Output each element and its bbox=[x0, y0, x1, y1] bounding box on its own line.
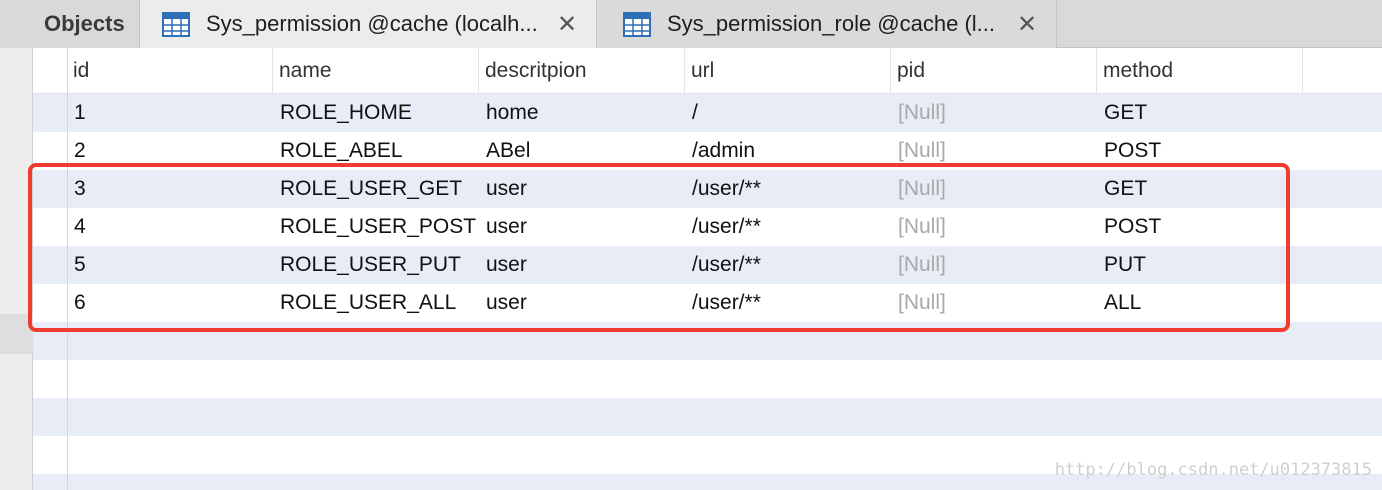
cell-pid[interactable]: [Null] bbox=[891, 284, 1097, 322]
cell-method[interactable]: GET bbox=[1097, 170, 1303, 208]
tab-bar: Objects Sys_permission @cache (localh...… bbox=[0, 0, 1382, 48]
cell-name[interactable]: ROLE_USER_ALL bbox=[273, 284, 479, 322]
cell-url[interactable]: /admin bbox=[685, 132, 891, 170]
cell-descritpion[interactable]: ABel bbox=[479, 132, 685, 170]
cell-id[interactable]: 3 bbox=[67, 170, 273, 208]
cell-descritpion[interactable]: home bbox=[479, 94, 685, 132]
navicat-window: Objects Sys_permission @cache (localh...… bbox=[0, 0, 1382, 490]
table-icon bbox=[162, 11, 190, 37]
watermark: http://blog.csdn.net/u012373815 bbox=[1054, 460, 1372, 480]
column-header-url[interactable]: url bbox=[685, 48, 891, 94]
tab-objects-label: Objects bbox=[44, 11, 125, 36]
row-indicator-divider bbox=[67, 48, 68, 490]
cell-name[interactable]: ROLE_USER_PUT bbox=[273, 246, 479, 284]
close-icon[interactable]: ✕ bbox=[552, 10, 582, 39]
close-icon[interactable]: ✕ bbox=[1012, 10, 1042, 39]
cell-method[interactable]: POST bbox=[1097, 208, 1303, 246]
left-gutter bbox=[0, 48, 33, 490]
cell-descritpion[interactable]: user bbox=[479, 208, 685, 246]
tab-sys-permission-label: Sys_permission @cache (localh... bbox=[206, 11, 538, 36]
cell-pid[interactable]: [Null] bbox=[891, 94, 1097, 132]
cell-pid[interactable]: [Null] bbox=[891, 170, 1097, 208]
cell-pid[interactable]: [Null] bbox=[891, 132, 1097, 170]
table-row[interactable]: 4 ROLE_USER_POST user /user/** [Null] PO… bbox=[33, 208, 1382, 246]
cell-method[interactable]: GET bbox=[1097, 94, 1303, 132]
cell-id[interactable]: 6 bbox=[67, 284, 273, 322]
tab-objects[interactable]: Objects bbox=[0, 0, 140, 48]
cell-id[interactable]: 4 bbox=[67, 208, 273, 246]
cell-descritpion[interactable]: user bbox=[479, 284, 685, 322]
cell-pid[interactable]: [Null] bbox=[891, 246, 1097, 284]
empty-row[interactable] bbox=[33, 322, 1382, 360]
cell-descritpion[interactable]: user bbox=[479, 246, 685, 284]
table-row[interactable]: 5 ROLE_USER_PUT user /user/** [Null] PUT bbox=[33, 246, 1382, 284]
table-row[interactable]: 1 ROLE_HOME home / [Null] GET bbox=[33, 94, 1382, 132]
column-header-method[interactable]: method bbox=[1097, 48, 1303, 94]
tab-sys-permission-role-label: Sys_permission_role @cache (l... bbox=[667, 11, 996, 36]
cell-name[interactable]: ROLE_USER_POST bbox=[273, 208, 479, 246]
cell-url[interactable]: /user/** bbox=[685, 208, 891, 246]
cell-name[interactable]: ROLE_HOME bbox=[273, 94, 479, 132]
column-header-name[interactable]: name bbox=[273, 48, 479, 94]
column-header-id[interactable]: id bbox=[67, 48, 273, 94]
cell-url[interactable]: / bbox=[685, 94, 891, 132]
table-row[interactable]: 2 ROLE_ABEL ABel /admin [Null] POST bbox=[33, 132, 1382, 170]
cell-id[interactable]: 2 bbox=[67, 132, 273, 170]
cell-id[interactable]: 5 bbox=[67, 246, 273, 284]
table-row[interactable]: 3 ROLE_USER_GET user /user/** [Null] GET bbox=[33, 170, 1382, 208]
tab-sys-permission-role[interactable]: Sys_permission_role @cache (l... ✕ bbox=[597, 0, 1057, 48]
data-grid: 1 ROLE_HOME home / [Null] GET 2 ROLE_ABE… bbox=[33, 48, 1382, 490]
cell-url[interactable]: /user/** bbox=[685, 284, 891, 322]
cell-pid[interactable]: [Null] bbox=[891, 208, 1097, 246]
empty-row[interactable] bbox=[33, 398, 1382, 436]
column-header-descritpion[interactable]: descritpion bbox=[479, 48, 685, 94]
cell-id[interactable]: 1 bbox=[67, 94, 273, 132]
column-header-pid[interactable]: pid bbox=[891, 48, 1097, 94]
cell-method[interactable]: POST bbox=[1097, 132, 1303, 170]
table-icon bbox=[623, 11, 651, 37]
gutter-selection-marker bbox=[0, 314, 33, 354]
cell-name[interactable]: ROLE_ABEL bbox=[273, 132, 479, 170]
empty-row[interactable] bbox=[33, 360, 1382, 398]
cell-url[interactable]: /user/** bbox=[685, 246, 891, 284]
cell-method[interactable]: PUT bbox=[1097, 246, 1303, 284]
column-header-row: id name descritpion url pid method bbox=[33, 48, 1382, 94]
cell-method[interactable]: ALL bbox=[1097, 284, 1303, 322]
table-row[interactable]: 6 ROLE_USER_ALL user /user/** [Null] ALL bbox=[33, 284, 1382, 322]
cell-descritpion[interactable]: user bbox=[479, 170, 685, 208]
tab-sys-permission[interactable]: Sys_permission @cache (localh... ✕ bbox=[140, 0, 597, 48]
cell-url[interactable]: /user/** bbox=[685, 170, 891, 208]
cell-name[interactable]: ROLE_USER_GET bbox=[273, 170, 479, 208]
